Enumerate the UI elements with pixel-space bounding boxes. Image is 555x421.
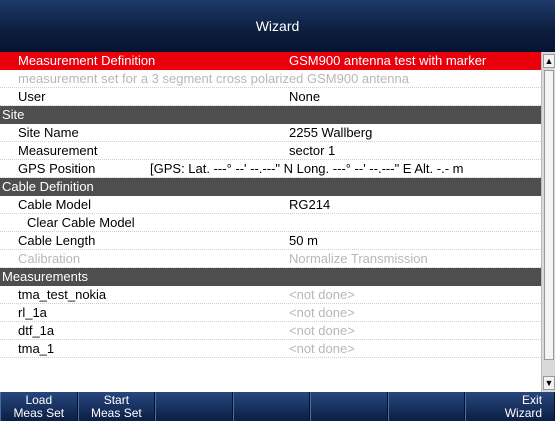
- row-label: GPS Position: [18, 161, 96, 176]
- row-measurement-item[interactable]: tma_1 <not done>: [0, 340, 541, 358]
- row-label: Site Name: [18, 125, 79, 140]
- row-measurement-item[interactable]: dtf_1a <not done>: [0, 322, 541, 340]
- section-title: Measurements: [2, 269, 88, 284]
- softkey-5[interactable]: [310, 392, 388, 421]
- row-measurement-definition[interactable]: Measurement Definition GSM900 antenna te…: [0, 52, 541, 70]
- softkey-4[interactable]: [232, 392, 311, 421]
- row-label: dtf_1a: [18, 323, 55, 338]
- row-measurement-item[interactable]: rl_1a <not done>: [0, 304, 541, 322]
- row-value: RG214: [289, 197, 331, 212]
- row-value: GSM900 antenna test with marker: [289, 53, 487, 68]
- row-user[interactable]: User None: [0, 88, 541, 106]
- window-title-bar: Wizard: [0, 0, 555, 52]
- row-value: 2255 Wallberg: [289, 125, 373, 140]
- description-text: measurement set for a 3 segment cross po…: [18, 71, 409, 86]
- gps-readout: [GPS: Lat. ---° --' --.---" N Long. ---°…: [150, 161, 464, 176]
- row-clear-cable-model[interactable]: Clear Cable Model: [0, 214, 541, 232]
- softkey-label: Load Meas Set: [13, 393, 65, 420]
- section-header-cable-definition: Cable Definition: [0, 178, 541, 196]
- row-label: Measurement Definition: [18, 53, 156, 68]
- row-value: Normalize Transmission: [289, 251, 428, 266]
- window-title: Wizard: [255, 18, 300, 34]
- section-header-site: Site: [0, 106, 541, 124]
- load-meas-set-button[interactable]: Load Meas Set: [0, 392, 78, 421]
- row-label: Cable Length: [18, 233, 96, 248]
- section-header-measurements: Measurements: [0, 268, 541, 286]
- row-label: tma_test_nokia: [18, 287, 107, 302]
- exit-wizard-button[interactable]: Exit Wizard: [465, 392, 555, 421]
- wizard-settings-list: Measurement Definition GSM900 antenna te…: [0, 52, 541, 392]
- row-site-name[interactable]: Site Name 2255 Wallberg: [0, 124, 541, 142]
- row-gps-position[interactable]: GPS Position [GPS: Lat. ---° --' --.---"…: [0, 160, 541, 178]
- scroll-up-icon[interactable]: ▲: [543, 54, 555, 68]
- row-value: sector 1: [289, 143, 336, 158]
- row-value: None: [289, 89, 321, 104]
- softkey-6[interactable]: [387, 392, 466, 421]
- row-value: 50 m: [289, 233, 318, 248]
- start-meas-set-button[interactable]: Start Meas Set: [77, 392, 156, 421]
- row-label: Calibration: [18, 251, 81, 266]
- row-label: Clear Cable Model: [27, 215, 135, 230]
- row-status: <not done>: [289, 287, 355, 302]
- row-calibration: Calibration Normalize Transmission: [0, 250, 541, 268]
- scrollbar-thumb[interactable]: [544, 70, 554, 360]
- row-status: <not done>: [289, 341, 355, 356]
- row-label: Measurement: [18, 143, 98, 158]
- row-cable-model[interactable]: Cable Model RG214: [0, 196, 541, 214]
- softkey-bar: Load Meas Set Start Meas Set Exit Wizard: [0, 392, 555, 421]
- row-measurement-description: measurement set for a 3 segment cross po…: [0, 70, 541, 88]
- softkey-3[interactable]: [155, 392, 233, 421]
- row-label: tma_1: [18, 341, 55, 356]
- row-measurement-item[interactable]: tma_test_nokia <not done>: [0, 286, 541, 304]
- softkey-label: Start Meas Set: [91, 393, 142, 420]
- scroll-down-icon[interactable]: ▼: [543, 376, 555, 390]
- row-cable-length[interactable]: Cable Length 50 m: [0, 232, 541, 250]
- vertical-scrollbar[interactable]: ▲ ▼: [541, 52, 555, 392]
- row-label: rl_1a: [18, 305, 47, 320]
- section-title: Site: [2, 107, 25, 122]
- softkey-label: Exit Wizard: [504, 393, 543, 420]
- row-label: User: [18, 89, 46, 104]
- row-measurement[interactable]: Measurement sector 1: [0, 142, 541, 160]
- row-status: <not done>: [289, 305, 355, 320]
- row-label: Cable Model: [18, 197, 91, 212]
- section-title: Cable Definition: [2, 179, 94, 194]
- row-status: <not done>: [289, 323, 355, 338]
